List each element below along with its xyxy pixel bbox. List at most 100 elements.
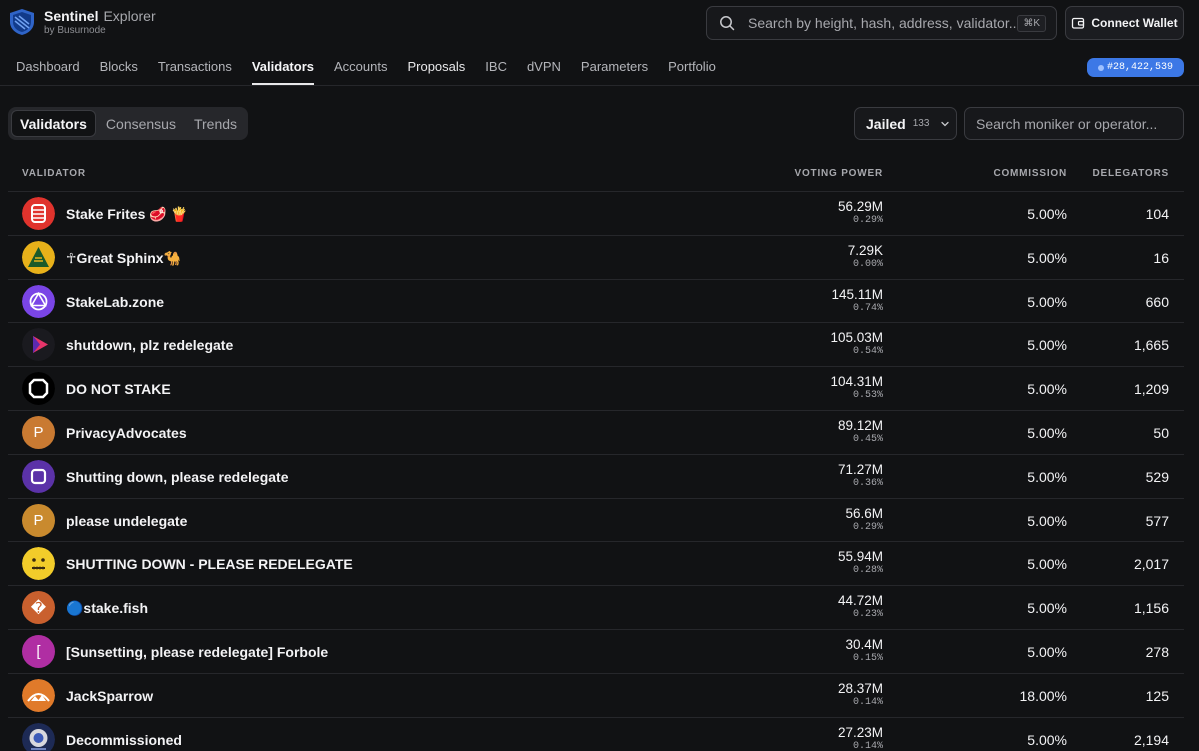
validator-name[interactable]: please undelegate — [66, 513, 187, 529]
voting-power-amount: 71.27M — [837, 461, 883, 477]
validator-name[interactable]: DO NOT STAKE — [66, 381, 171, 397]
voting-power-percent: 0.28% — [852, 565, 883, 577]
table-row[interactable]: DO NOT STAKE 104.31M 0.53% 5.00% 1,209 — [8, 367, 1184, 411]
voting-power-percent: 0.36% — [852, 477, 883, 489]
validator-avatar-icon — [22, 284, 55, 318]
voting-power-amount: 44.72M — [837, 593, 883, 609]
delegators-cell: 1,156 — [1133, 600, 1169, 617]
nav-proposals[interactable]: Proposals — [407, 59, 465, 85]
validator-name[interactable]: Stake Frites 🥩 🍟 — [66, 206, 188, 223]
voting-power-amount: 89.12M — [837, 417, 883, 433]
commission-cell: 5.00% — [1027, 206, 1067, 222]
commission-cell: 5.00% — [1027, 293, 1067, 310]
validator-avatar-icon — [22, 372, 55, 406]
delegators-cell: 2,017 — [1133, 556, 1169, 573]
column-validator[interactable]: VALIDATOR — [22, 168, 86, 179]
voting-power-percent: 0.53% — [852, 390, 883, 402]
nav-ibc[interactable]: IBC — [485, 59, 507, 85]
voting-power-amount: 56.6M — [845, 505, 883, 521]
validator-name[interactable]: [Sunsetting, please redelegate] Forbole — [66, 644, 328, 660]
voting-power-cell: 30.4M 0.15% — [845, 637, 883, 665]
tab-validators[interactable]: Validators — [11, 110, 96, 137]
nav-blocks[interactable]: Blocks — [100, 59, 138, 85]
nav-validators[interactable]: Validators — [251, 59, 315, 85]
table-row[interactable]: JackSparrow 28.37M 0.14% 18.00% 125 — [8, 674, 1184, 718]
table-row[interactable]: � 🔵stake.fish 44.72M 0.23% 5.00% 1,156 — [8, 586, 1184, 630]
voting-power-cell: 55.94M 0.28% — [838, 549, 883, 577]
validator-avatar-icon: � — [22, 591, 55, 625]
moniker-search-input[interactable] — [976, 115, 1176, 132]
table-row[interactable]: Stake Frites 🥩 🍟 56.29M 0.29% 5.00% 104 — [8, 192, 1184, 236]
column-voting-power[interactable]: VOTING POWER — [795, 168, 884, 179]
connect-wallet-label: Connect Wallet — [1091, 16, 1178, 30]
validator-name[interactable]: SHUTTING DOWN - PLEASE REDELEGATE — [66, 556, 353, 572]
commission-cell: 5.00% — [1027, 424, 1067, 441]
delegators-cell: 1,209 — [1133, 381, 1169, 398]
table-row[interactable]: Decommissioned 27.23M 0.14% 5.00% 2,194 — [8, 718, 1184, 751]
column-commission[interactable]: COMMISSION — [993, 168, 1067, 179]
nav-dashboard[interactable]: Dashboard — [16, 59, 80, 85]
voting-power-percent: 0.29% — [852, 521, 883, 533]
validator-avatar-icon: [ — [22, 634, 55, 668]
delegators-cell: 50 — [1153, 424, 1169, 441]
voting-power-amount: 105.03M — [830, 330, 883, 346]
status-filter-dropdown[interactable]: Jailed 133 — [854, 107, 957, 140]
table-row[interactable]: P PrivacyAdvocates 89.12M 0.45% 5.00% 50 — [8, 411, 1184, 455]
validator-name[interactable]: StakeLab.zone — [66, 294, 164, 310]
table-row[interactable]: ☥Great Sphinx🐪 7.29K 0.00% 5.00% 16 — [8, 236, 1184, 280]
commission-cell: 5.00% — [1027, 556, 1067, 573]
nav-portfolio[interactable]: Portfolio — [668, 59, 716, 85]
delegators-cell: 125 — [1145, 687, 1169, 704]
nav-accounts[interactable]: Accounts — [334, 59, 387, 85]
voting-power-cell: 56.6M 0.29% — [845, 506, 883, 534]
live-dot-icon — [1097, 64, 1104, 71]
validator-name[interactable]: shutdown, plz redelegate — [66, 337, 233, 353]
moniker-search[interactable] — [964, 107, 1184, 140]
voting-power-cell: 28.37M 0.14% — [838, 681, 883, 709]
delegators-cell: 1,665 — [1133, 337, 1169, 354]
tab-consensus[interactable]: Consensus — [98, 110, 184, 137]
voting-power-cell: 7.29K 0.00% — [848, 243, 883, 271]
validator-name[interactable]: ☥Great Sphinx🐪 — [66, 250, 181, 267]
block-height-badge[interactable]: #28,422,539 — [1087, 58, 1184, 77]
validator-name[interactable]: PrivacyAdvocates — [66, 425, 187, 441]
nav-transactions[interactable]: Transactions — [158, 59, 232, 85]
nav-parameters[interactable]: Parameters — [581, 59, 648, 85]
global-search-input[interactable] — [748, 15, 1016, 31]
voting-power-cell: 71.27M 0.36% — [838, 462, 883, 490]
column-delegators[interactable]: DELEGATORS — [1092, 168, 1169, 179]
table-row[interactable]: StakeLab.zone 145.11M 0.74% 5.00% 660 — [8, 280, 1184, 324]
table-header: VALIDATOR VOTING POWER COMMISSION DELEGA… — [8, 156, 1184, 192]
table-row[interactable]: Pplease undelegate 56.6M 0.29% 5.00% 577 — [8, 499, 1184, 543]
brand[interactable]: Sentinel Explorer by Busurnode — [8, 8, 156, 36]
validator-name[interactable]: Decommissioned — [66, 732, 182, 748]
voting-power-percent: 0.00% — [852, 258, 883, 270]
voting-power-cell: 56.29M 0.29% — [838, 199, 883, 227]
commission-cell: 5.00% — [1027, 381, 1067, 398]
validator-name[interactable]: JackSparrow — [66, 688, 153, 704]
voting-power-cell: 145.11M 0.74% — [831, 287, 883, 315]
brand-name: Sentinel — [44, 8, 99, 24]
voting-power-percent: 0.23% — [852, 609, 883, 621]
voting-power-percent: 0.29% — [852, 215, 883, 226]
table-row[interactable]: shutdown, plz redelegate 105.03M 0.54% 5.00… — [8, 323, 1184, 368]
validators-table: VALIDATOR VOTING POWER COMMISSION DELEGA… — [8, 156, 1184, 751]
voting-power-percent: 0.14% — [852, 696, 883, 708]
connect-wallet-button[interactable]: Connect Wallet — [1065, 6, 1184, 40]
table-row[interactable]: Shutting down, please redelegate 71.27M 0.… — [8, 455, 1184, 499]
validator-avatar-icon — [22, 547, 55, 581]
validator-name[interactable]: 🔵stake.fish — [66, 600, 148, 617]
validator-avatar-icon — [22, 678, 55, 712]
global-search[interactable]: ⌘K — [706, 6, 1057, 40]
nav-dvpn[interactable]: dVPN — [527, 59, 561, 85]
voting-power-amount: 27.23M — [837, 724, 883, 740]
validator-name[interactable]: Shutting down, please redelegate — [66, 469, 288, 485]
main-nav: Dashboard Blocks Transactions Validators… — [16, 59, 736, 85]
validator-avatar-icon: P — [22, 503, 55, 537]
table-row[interactable]: SHUTTING DOWN - PLEASE REDELEGATE 55.94M 0… — [8, 542, 1184, 587]
table-row[interactable]: [ [Sunsetting, please redelegate] Forbole… — [8, 630, 1184, 674]
voting-power-amount: 55.94M — [837, 549, 883, 565]
validator-avatar-icon — [22, 240, 55, 274]
tab-trends[interactable]: Trends — [186, 110, 245, 137]
delegators-cell: 2,194 — [1133, 731, 1169, 748]
